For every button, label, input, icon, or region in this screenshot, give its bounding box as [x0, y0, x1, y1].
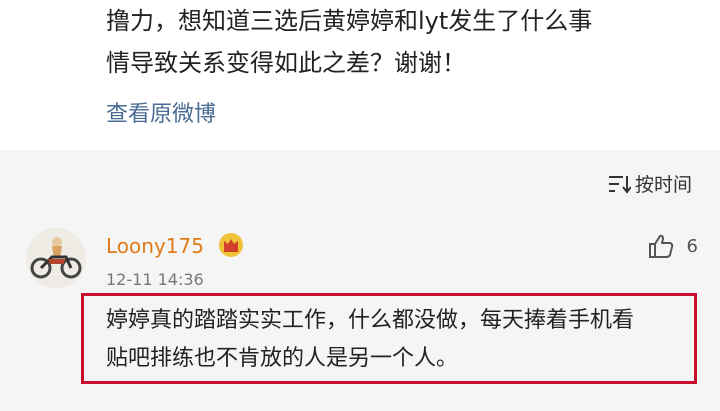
- sort-time-icon: [608, 175, 631, 194]
- comment-text-line-1: 婷婷真的踏踏实实工作，什么都没做，每天捧着手机看: [106, 308, 635, 333]
- sort-label: 按时间: [634, 174, 692, 196]
- comments-section: 按时间 Loony175 12-11 14:36 6 婷婷真的踏踏实实工作，什么…: [0, 150, 720, 411]
- view-original-weibo-link[interactable]: 查看原微博: [106, 96, 216, 128]
- sort-by-time-button[interactable]: 按时间: [607, 170, 692, 197]
- avatar[interactable]: [26, 228, 86, 288]
- post-text-line-1: 撸力，想知道三选后黄婷婷和lyt发生了什么事: [106, 7, 593, 35]
- crown-icon: [219, 233, 243, 257]
- like-button[interactable]: 6: [647, 232, 698, 260]
- original-post: 撸力，想知道三选后黄婷婷和lyt发生了什么事 情导致关系变得如此之差？谢谢！ 查…: [0, 0, 720, 150]
- thumbs-up-icon: [648, 234, 673, 258]
- comment-username[interactable]: Loony175: [106, 234, 204, 258]
- comment-item: Loony175 12-11 14:36 6 婷婷真的踏踏实实工作，什么都没做，…: [0, 222, 720, 411]
- comment-text-line-2: 贴吧排练也不肯放的人是另一个人。: [106, 346, 459, 371]
- like-count: 6: [686, 235, 698, 257]
- comment-timestamp: 12-11 14:36: [106, 270, 204, 289]
- comment-text: 婷婷真的踏踏实实工作，什么都没做，每天捧着手机看 贴吧排练也不肯放的人是另一个人…: [106, 302, 696, 378]
- avatar-motorcycle-image: [26, 228, 86, 288]
- post-text: 撸力，想知道三选后黄婷婷和lyt发生了什么事 情导致关系变得如此之差？谢谢！: [106, 0, 706, 84]
- post-text-line-2: 情导致关系变得如此之差？谢谢！: [106, 49, 466, 77]
